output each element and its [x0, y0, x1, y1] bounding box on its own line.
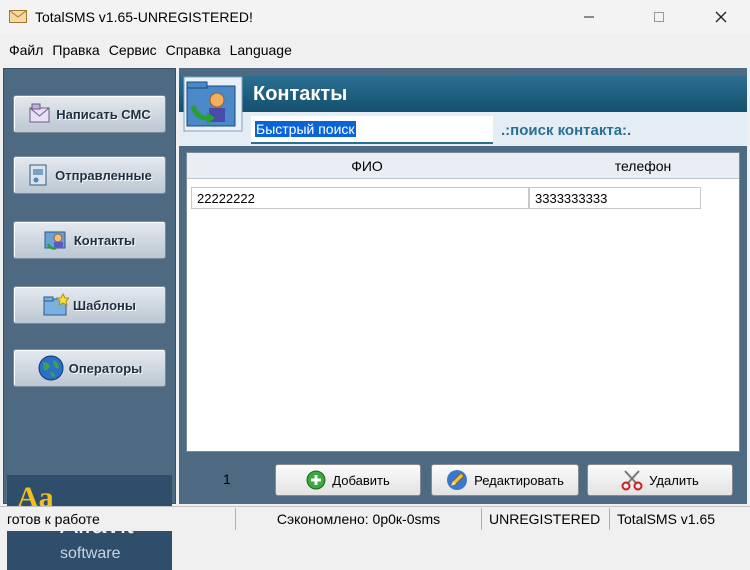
add-icon — [306, 470, 326, 490]
search-input[interactable]: Быстрый поиск — [251, 116, 493, 144]
sidebar-item-label: Написать СМС — [56, 106, 151, 122]
maximize-button[interactable] — [636, 0, 682, 34]
sms-write-icon — [29, 103, 50, 123]
sidebar-item-label: Операторы — [68, 360, 143, 376]
status-saved: Сэкономлено: 0р0к-0sms — [236, 508, 482, 530]
delete-button-label: Удалить — [649, 472, 699, 488]
sidebar-item-sent[interactable]: Отправленные — [13, 156, 166, 194]
minimize-button[interactable] — [566, 0, 612, 34]
menu-service[interactable]: Сервис — [109, 42, 157, 58]
maximize-icon — [654, 12, 664, 22]
action-bar: 1 Добавить Редактировать Удалить — [179, 458, 747, 504]
scissors-icon — [621, 470, 643, 491]
close-icon — [715, 11, 727, 23]
column-header-phone[interactable]: телефон — [547, 153, 739, 179]
globe-icon — [38, 355, 64, 381]
main-panel: Контакты Быстрый поиск .:поиск контакта:… — [179, 68, 747, 504]
menu-bar: Файл Правка Сервис Справка Language — [0, 34, 750, 66]
contacts-table[interactable]: ФИО телефон 22222222 3333333333 — [186, 152, 740, 452]
sidebar-item-templates[interactable]: Шаблоны — [13, 286, 166, 324]
edit-button[interactable]: Редактировать — [431, 464, 579, 496]
cell-name[interactable]: 22222222 — [191, 187, 529, 209]
menu-file[interactable]: Файл — [9, 42, 43, 58]
add-button-label: Добавить — [332, 472, 390, 488]
sent-icon — [29, 164, 47, 186]
contacts-folder-icon — [183, 76, 243, 132]
edit-pencil-icon — [447, 470, 468, 490]
page-title: Контакты — [253, 83, 348, 105]
status-state: готов к работе — [0, 508, 236, 530]
header-bar: Контакты — [179, 76, 747, 112]
add-button[interactable]: Добавить — [275, 464, 421, 496]
menu-edit[interactable]: Правка — [52, 42, 99, 58]
sidebar-item-label: Шаблоны — [73, 297, 136, 313]
status-version: TotalSMS v1.65 — [617, 511, 716, 527]
column-header-name[interactable]: ФИО — [187, 153, 547, 179]
sidebar: Написать СМС Отправленные Контакты Шабло… — [3, 68, 176, 570]
sidebar-item-operators[interactable]: Операторы — [13, 349, 166, 387]
status-license: UNREGISTERED — [482, 508, 610, 530]
contacts-icon — [44, 231, 66, 250]
sidebar-item-label: Отправленные — [55, 167, 152, 183]
logo-sub: software — [60, 545, 121, 562]
record-count: 1 — [223, 471, 231, 487]
sidebar-item-label: Контакты — [73, 232, 136, 248]
delete-button[interactable]: Удалить — [587, 464, 733, 496]
menu-language[interactable]: Language — [230, 42, 292, 58]
cell-phone[interactable]: 3333333333 — [529, 187, 701, 209]
minimize-icon — [584, 16, 594, 18]
window-title: TotalSMS v1.65-UNREGISTERED! — [35, 9, 253, 25]
search-input-value: Быстрый поиск — [255, 121, 356, 137]
close-button[interactable] — [698, 0, 744, 34]
menu-help[interactable]: Справка — [166, 42, 221, 58]
title-bar: TotalSMS v1.65-UNREGISTERED! — [0, 0, 750, 34]
sidebar-item-contacts[interactable]: Контакты — [13, 221, 166, 259]
sidebar-item-write-sms[interactable]: Написать СМС — [13, 95, 166, 133]
status-bar: готов к работе Сэкономлено: 0р0к-0sms UN… — [0, 506, 750, 531]
templates-icon — [43, 293, 69, 316]
envelope-icon — [9, 10, 27, 23]
edit-button-label: Редактировать — [474, 472, 564, 488]
search-hint: .:поиск контакта:. — [501, 122, 632, 139]
